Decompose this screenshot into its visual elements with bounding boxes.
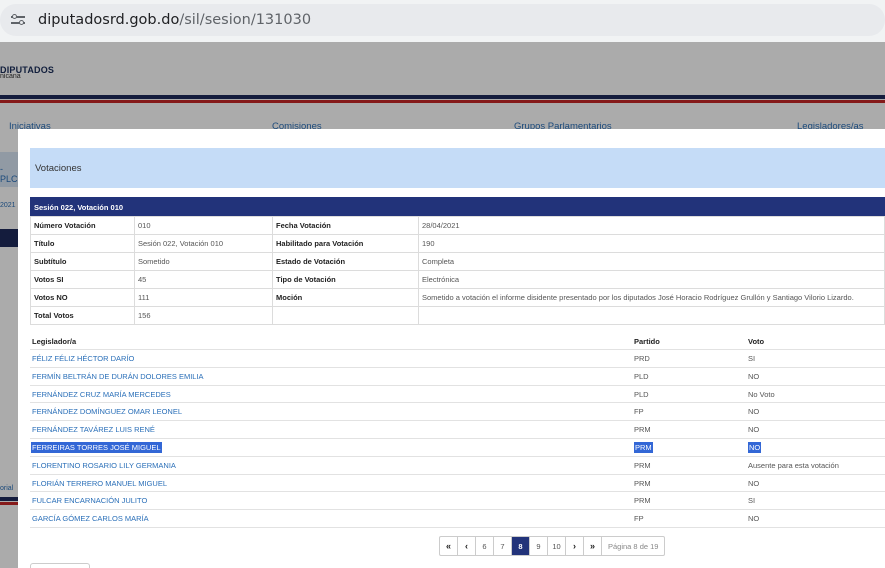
vote-cell: No Voto [748, 389, 775, 399]
party-cell: PRM [634, 441, 653, 453]
info-label: Subtítulo [30, 252, 135, 271]
vote-cell: NO [748, 478, 760, 488]
info-value: 010 [134, 216, 273, 235]
info-label: Votos SI [30, 270, 135, 289]
votes-table: Legislador/a Partido Voto FÉLIZ FÉLIZ HÉ… [30, 333, 885, 528]
last-page-button[interactable]: » [584, 537, 602, 555]
next-page-button[interactable]: › [566, 537, 584, 555]
legislator-link[interactable]: FLORIÁN TERRERO MANUEL MIGUEL [32, 479, 167, 488]
votes-header-row: Legislador/a Partido Voto [30, 333, 885, 350]
table-row: FULCAR ENCARNACIÓN JULITO PRM SI [30, 492, 885, 511]
col-voto: Voto [748, 337, 765, 346]
url-domain: diputadosrd.gob.do [38, 12, 180, 28]
vote-cell: SI [748, 354, 756, 363]
legislator-link[interactable]: FERNÁNDEZ CRUZ MARÍA MERCEDES [32, 390, 171, 399]
info-value: Sesión 022, Votación 010 [134, 234, 273, 253]
address-bar[interactable]: diputadosrd.gob.do/sil/sesion/131030 [0, 4, 885, 36]
legislator-link[interactable]: FERNÁNDEZ DOMÍNGUEZ OMAR LEONEL [32, 407, 182, 416]
vote-cell: NO [748, 371, 760, 381]
info-value: 190 [418, 234, 885, 253]
pagination: « ‹ 6 7 8 9 10 › » Página 8 de 19 [439, 536, 666, 556]
vote-cell: NO [748, 425, 760, 435]
first-page-button[interactable]: « [440, 537, 458, 555]
info-empty [272, 306, 419, 325]
table-row-selected: FERREIRAS TORRES JOSÉ MIGUEL PRM NO [30, 439, 885, 457]
info-label: Votos NO [30, 288, 135, 307]
party-cell: PRD [634, 354, 650, 363]
legislator-link[interactable]: FÉLIZ FÉLIZ HÉCTOR DARÍO [32, 354, 134, 363]
vote-cell: NO [748, 407, 760, 417]
table-row: GARCÍA GÓMEZ CARLOS MARÍA FP NO [30, 510, 885, 528]
info-value: Completa [418, 252, 885, 271]
vote-cell: Ausente para esta votación [748, 460, 839, 470]
info-label: Total Votos [30, 306, 135, 325]
col-legislador: Legislador/a [32, 337, 77, 346]
legislator-link[interactable]: FULCAR ENCARNACIÓN JULITO [32, 496, 147, 505]
legislator-link[interactable]: FERNÁNDEZ TAVÁREZ LUIS RENÉ [32, 425, 155, 434]
page-8-current[interactable]: 8 [512, 537, 530, 555]
page-7-button[interactable]: 7 [494, 537, 512, 555]
info-label: Moción [272, 288, 419, 307]
table-row: FERNÁNDEZ TAVÁREZ LUIS RENÉ PRM NO [30, 421, 885, 439]
info-value: 28/04/2021 [418, 216, 885, 235]
party-cell: PRM [634, 496, 651, 506]
party-cell: PLD [634, 389, 649, 399]
legislator-link[interactable]: GARCÍA GÓMEZ CARLOS MARÍA [32, 514, 149, 523]
info-value: 111 [134, 288, 273, 307]
modal-header: Votaciones [30, 148, 885, 188]
table-row: FLORENTINO ROSARIO LILY GERMANIA PRM Aus… [30, 457, 885, 475]
legislator-link[interactable]: FLORENTINO ROSARIO LILY GERMANIA [32, 461, 176, 470]
legislator-link[interactable]: FERMÍN BELTRÁN DE DURÁN DOLORES EMILIA [32, 372, 204, 381]
info-label: Título [30, 234, 135, 253]
col-partido: Partido [634, 337, 660, 346]
table-row: FLORIÁN TERRERO MANUEL MIGUEL PRM NO [30, 475, 885, 493]
page-10-button[interactable]: 10 [548, 537, 566, 555]
table-row: FERNÁNDEZ DOMÍNGUEZ OMAR LEONEL FP NO [30, 403, 885, 422]
page-info: Página 8 de 19 [608, 541, 659, 551]
info-label: Fecha Votación [272, 216, 419, 235]
party-cell: PRM [634, 478, 651, 488]
votaciones-modal: Votaciones Sesión 022, Votación 010 Núme… [18, 129, 885, 568]
info-value: Electrónica [418, 270, 885, 289]
vote-info-table: Número Votación 010 Fecha Votación 28/04… [30, 216, 885, 325]
table-row: FERNÁNDEZ CRUZ MARÍA MERCEDES PLD No Vot… [30, 386, 885, 404]
info-empty [418, 306, 885, 325]
info-label: Habilitado para Votación [272, 234, 419, 253]
info-value: 156 [134, 306, 273, 325]
party-cell: FP [634, 407, 644, 417]
info-label: Tipo de Votación [272, 270, 419, 289]
url-path: /sil/sesion/131030 [179, 12, 312, 28]
info-label: Número Votación [30, 216, 135, 235]
party-cell: PRM [634, 460, 651, 470]
info-value: Sometido [134, 252, 273, 271]
table-row: FÉLIZ FÉLIZ HÉCTOR DARÍO PRD SI [30, 350, 885, 368]
party-cell: PRM [634, 425, 651, 435]
vote-cell: SI [748, 496, 756, 506]
party-cell: PLD [634, 371, 649, 381]
section-title: Sesión 022, Votación 010 [30, 197, 885, 216]
browser-toolbar: diputadosrd.gob.do/sil/sesion/131030 [0, 0, 885, 42]
modal-footer-button[interactable] [30, 563, 90, 568]
info-value: 45 [134, 270, 273, 289]
party-cell: FP [634, 514, 644, 524]
legislator-link[interactable]: FERREIRAS TORRES JOSÉ MIGUEL [31, 441, 162, 453]
info-value-mocion: Sometido a votación el informe disidente… [418, 288, 885, 307]
url-text[interactable]: diputadosrd.gob.do/sil/sesion/131030 [38, 12, 311, 28]
page-6-button[interactable]: 6 [476, 537, 494, 555]
vote-cell: NO [748, 441, 762, 453]
info-label: Estado de Votación [272, 252, 419, 271]
site-settings-icon[interactable] [11, 13, 25, 27]
prev-page-button[interactable]: ‹ [458, 537, 476, 555]
vote-cell: NO [748, 514, 760, 524]
table-row: FERMÍN BELTRÁN DE DURÁN DOLORES EMILIA P… [30, 368, 885, 386]
page-9-button[interactable]: 9 [530, 537, 548, 555]
